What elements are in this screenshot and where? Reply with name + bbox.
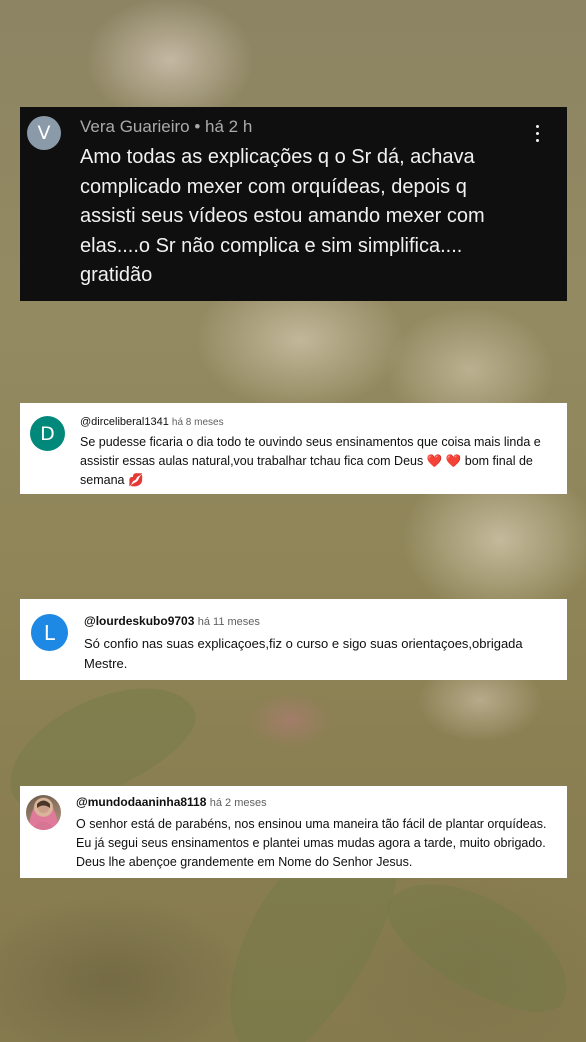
avatar[interactable]: L [31, 614, 68, 651]
comment-text: O senhor está de parabéns, nos ensinou u… [76, 815, 546, 872]
comment-card-dark: V Vera Guarieiro • há 2 h Amo todas as e… [20, 107, 567, 301]
comment-line: O senhor está de parabéns, nos ensinou u… [76, 817, 547, 831]
comment-line: assisti seus vídeos estou amando mexer c… [80, 205, 485, 227]
comment-time: há 2 h [205, 117, 253, 136]
author-name[interactable]: @lourdeskubo9703 [84, 614, 194, 628]
comment-text: Se pudesse ficaria o dia todo te ouvindo… [80, 433, 541, 490]
author-name[interactable]: @dirceliberal1341 [80, 416, 169, 428]
comment-card: @mundodaaninha8118 há 2 meses O senhor e… [20, 786, 567, 878]
comment-line: complicado mexer com orquídeas, depois q [80, 175, 467, 198]
comment-line: elas....o Sr não complica e sim simplifi… [80, 234, 463, 257]
comment-line: Se pudesse ficaria o dia todo te ouvindo… [80, 435, 541, 449]
comment-header: Vera Guarieiro • há 2 h [80, 117, 252, 137]
comment-time: há 8 meses [171, 417, 224, 428]
comment-line: Deus lhe abençoe grandemente em Nome do … [76, 855, 413, 869]
comment-line: gratidão [80, 264, 153, 286]
separator: • [194, 117, 201, 136]
comment-time: há 2 meses [209, 797, 267, 809]
comment-time: há 11 meses [197, 616, 260, 628]
avatar[interactable] [26, 795, 61, 830]
avatar[interactable]: V [27, 116, 61, 150]
author-name[interactable]: @mundodaaninha8118 [76, 795, 206, 809]
background-leaf [370, 856, 586, 1034]
comment-header: @lourdeskubo9703 há 11 meses [84, 614, 260, 628]
more-vert-icon[interactable] [533, 125, 541, 142]
comment-line: Amo todas as explicações q o Sr dá, acha… [80, 146, 475, 168]
comment-card: L @lourdeskubo9703 há 11 meses Só confio… [20, 599, 567, 680]
comment-line: Eu já segui seus ensinamentos e plantei … [76, 836, 546, 850]
comment-header: @mundodaaninha8118 há 2 meses [76, 795, 267, 809]
author-name[interactable]: Vera Guarieiro [80, 117, 190, 136]
comment-line: assistir essas aulas natural,vou trabalh… [80, 454, 533, 468]
comment-header: @dirceliberal1341 há 8 meses [80, 416, 224, 428]
profile-photo-icon [32, 800, 55, 830]
comment-card: D @dirceliberal1341 há 8 meses Se pudess… [20, 403, 567, 494]
comment-line: Só confio nas suas explicaçoes,fiz o cur… [84, 636, 523, 651]
comment-text: Só confio nas suas explicaçoes,fiz o cur… [84, 634, 523, 674]
avatar[interactable]: D [30, 416, 65, 451]
comment-line: semana 💋 [80, 473, 144, 487]
comment-line: Mestre. [84, 656, 128, 671]
comment-text: Amo todas as explicações q o Sr dá, acha… [80, 143, 485, 291]
